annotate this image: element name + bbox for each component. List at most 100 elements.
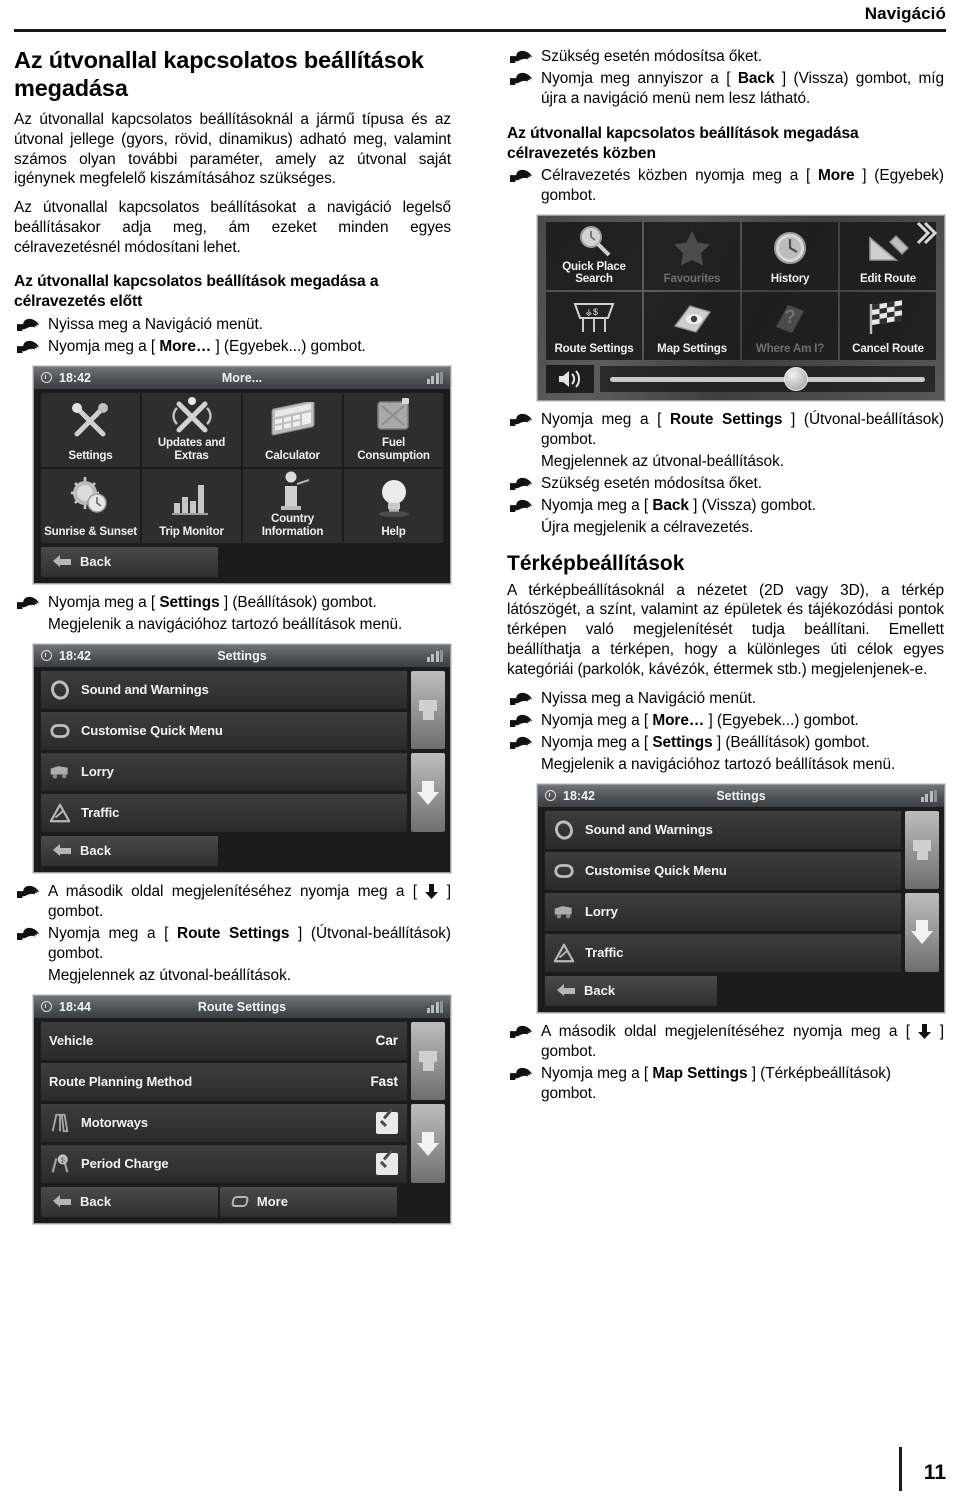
tile-label: History	[770, 272, 810, 286]
pointing-hand-icon	[17, 927, 39, 941]
step-show-second-page-2: A második oldal megjelenítéséhez nyomja …	[507, 1022, 944, 1062]
step-text: Szükség esetén módosítsa őket.	[541, 475, 762, 493]
clock-icon	[41, 1001, 52, 1013]
tile-help[interactable]: Help	[344, 468, 443, 543]
two-column-body: Az útvonallal kapcsolatos beállítások me…	[14, 47, 946, 1459]
list-item[interactable]: Motorways	[41, 1103, 407, 1142]
key-label-map-settings: Map Settings	[652, 1064, 748, 1082]
scroll-up-button[interactable]	[411, 1021, 445, 1101]
list-item[interactable]: Vehicle Car	[41, 1021, 407, 1060]
key-label-settings: Settings	[652, 733, 713, 751]
tile-trip-monitor[interactable]: Trip Monitor	[142, 468, 241, 543]
step-text-pre: Nyomja meg a [	[541, 411, 671, 429]
tile-calculator[interactable]: Calculator	[243, 392, 342, 467]
lightbulb-icon	[344, 469, 443, 526]
list-item[interactable]: Customise Quick Menu	[545, 851, 901, 890]
tile-label: Cancel Route	[852, 342, 924, 356]
tile-country-information[interactable]: Country Information	[243, 468, 342, 543]
tile-sunrise-sunset[interactable]: Sunrise & Sunset	[41, 468, 140, 543]
tile-fuel-consumption[interactable]: Fuel Consumption	[344, 392, 443, 467]
screenshot-settings-list-2: 18:42 Settings Sound and Warnings Custom…	[537, 783, 945, 1013]
clock-icon	[41, 650, 52, 662]
step-text-post: ] (Egyebek...) gombot.	[211, 337, 366, 355]
volume-bar	[538, 360, 944, 400]
screenshot-navigation-menu: Quick Place Search Favourites History Ed…	[537, 215, 945, 402]
list-item[interactable]: Sound and Warnings	[545, 810, 901, 849]
tile-settings[interactable]: Settings	[41, 392, 140, 467]
checkbox-checked[interactable]	[376, 1111, 398, 1134]
speaker-icon	[555, 820, 573, 840]
list-item[interactable]: Route Planning Method Fast	[41, 1062, 407, 1101]
screenshot-settings-list: 18:42 Settings Sound and Warnings Custom…	[33, 643, 451, 873]
tile-label: Sunrise & Sunset	[44, 524, 137, 538]
section-title-map-settings: Térképbeállítások	[507, 552, 685, 576]
list-item[interactable]: Sound and Warnings	[41, 670, 407, 709]
tile-quick-place-search[interactable]: Quick Place Search	[546, 222, 642, 291]
list-item[interactable]: Traffic	[545, 933, 901, 972]
list-item-label: Customise Quick Menu	[585, 863, 727, 879]
tile-updates-and-extras[interactable]: Updates and Extras	[142, 392, 241, 467]
tile-label: Quick Place Search	[562, 259, 626, 286]
tile-history[interactable]: History	[742, 222, 838, 291]
tile-label: Map Settings	[657, 342, 727, 356]
tile-cancel-route[interactable]: Cancel Route	[840, 292, 936, 361]
list-item[interactable]: Traffic	[41, 793, 407, 832]
list-item[interactable]: Lorry	[545, 892, 901, 931]
arrow-down-icon	[425, 883, 439, 899]
back-button[interactable]: Back	[545, 975, 718, 1006]
back-button[interactable]: Back	[41, 1186, 218, 1217]
volume-button[interactable]	[546, 365, 594, 394]
step-text-post: ] (Beállítások) gombot.	[712, 733, 870, 751]
info-icon	[243, 469, 342, 513]
pointing-hand-icon	[510, 72, 532, 86]
step-text-pre: Nyomja meg a [	[541, 711, 653, 729]
checkbox-checked[interactable]	[376, 1152, 398, 1175]
tile-map-settings[interactable]: Map Settings	[644, 292, 740, 361]
list-item-value: Car	[375, 1033, 398, 1049]
navigation-menu-grid: Quick Place Search Favourites History Ed…	[538, 216, 944, 361]
pointing-hand-icon	[510, 714, 532, 728]
step-modify-if-needed-2: Szükség esetén módosítsa őket.	[507, 474, 944, 494]
step-text-pre: A második oldal megjelenítéséhez nyomja …	[48, 882, 426, 900]
list-item[interactable]: Customise Quick Menu	[41, 711, 407, 750]
scroll-down-button[interactable]	[411, 753, 445, 832]
slider-knob[interactable]	[784, 367, 809, 392]
more-button-label: More	[256, 1194, 288, 1210]
list-item[interactable]: $ Period Charge	[41, 1144, 407, 1183]
screen-bottom-bar: Back	[34, 831, 450, 872]
step-press-route-settings-2: Nyomja meg a [ Route Settings ] (Útvonal…	[507, 410, 944, 450]
tile-label: Trip Monitor	[159, 524, 224, 538]
svg-text:⚶: ⚶	[585, 307, 593, 317]
device-status-bar: 18:42 More...	[34, 366, 450, 389]
status-time: 18:42	[563, 788, 595, 803]
clock-icon	[742, 222, 838, 273]
tile-favourites[interactable]: Favourites	[644, 222, 740, 291]
note-guidance-returns: Újra megjelenik a célravezetés.	[541, 519, 754, 537]
back-button[interactable]: Back	[41, 835, 218, 866]
sunrise-sunset-icon	[41, 469, 140, 526]
chevron-right-icon[interactable]	[912, 220, 938, 246]
list-item-label: Lorry	[81, 764, 114, 780]
more-button[interactable]: More	[219, 1186, 397, 1217]
intro-paragraph-1: Az útvonallal kapcsolatos beállításoknál…	[14, 110, 451, 188]
scroll-up-button[interactable]	[905, 810, 939, 890]
arrow-left-icon	[557, 984, 575, 997]
tile-route-settings[interactable]: ⚶ $ Route Settings	[546, 292, 642, 361]
tile-where-am-i[interactable]: ? Where Am I?	[742, 292, 838, 361]
scroll-down-button[interactable]	[905, 893, 939, 972]
checkered-flag-icon	[840, 292, 936, 343]
tile-label: Edit Route	[860, 272, 916, 286]
step-press-back: Nyomja meg a [ Back ] (Vissza) gombot.	[507, 496, 944, 516]
note-settings-menu-appears: Megjelenik a navigációhoz tartozó beállí…	[48, 615, 403, 633]
list-item-label: Lorry	[585, 904, 618, 920]
volume-slider[interactable]	[600, 366, 935, 393]
scroll-down-button[interactable]	[411, 1104, 445, 1183]
step-text-pre: Nyomja meg a [	[48, 924, 178, 942]
scroll-up-button[interactable]	[411, 670, 445, 750]
back-button[interactable]: Back	[41, 546, 218, 577]
list-item[interactable]: Lorry	[41, 752, 407, 791]
list-item-label: Sound and Warnings	[81, 682, 209, 698]
tools-icon	[41, 393, 140, 450]
speaker-icon	[559, 370, 580, 389]
subsection-before-guidance: Az útvonallal kapcsolatos beállítások me…	[14, 273, 379, 311]
